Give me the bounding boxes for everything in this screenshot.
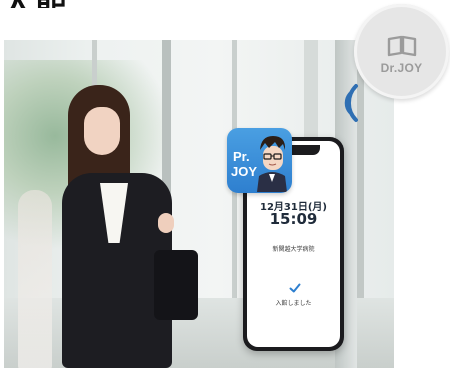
pr-joy-app-icon[interactable]: Pr. JOY xyxy=(227,128,292,193)
woman-bag xyxy=(154,250,198,320)
cropped-heading: 入館 xyxy=(0,0,160,8)
drjoy-badge: Dr.JOY xyxy=(354,4,449,99)
background-person xyxy=(18,190,52,368)
nfc-waves-icon xyxy=(332,80,372,126)
entry-status: 入館しました xyxy=(275,300,312,307)
entry-time: 15:09 xyxy=(269,210,318,228)
character-avatar-icon xyxy=(257,136,287,192)
woman-hand xyxy=(158,213,174,233)
book-icon xyxy=(387,35,416,56)
hospital-name: 新関越大学病院 xyxy=(272,246,315,253)
woman-figure xyxy=(50,85,210,368)
woman-face xyxy=(84,107,120,155)
brand-label: Dr.JOY xyxy=(380,60,423,75)
app-icon-line1: Pr. xyxy=(233,149,250,164)
check-icon xyxy=(289,283,301,293)
